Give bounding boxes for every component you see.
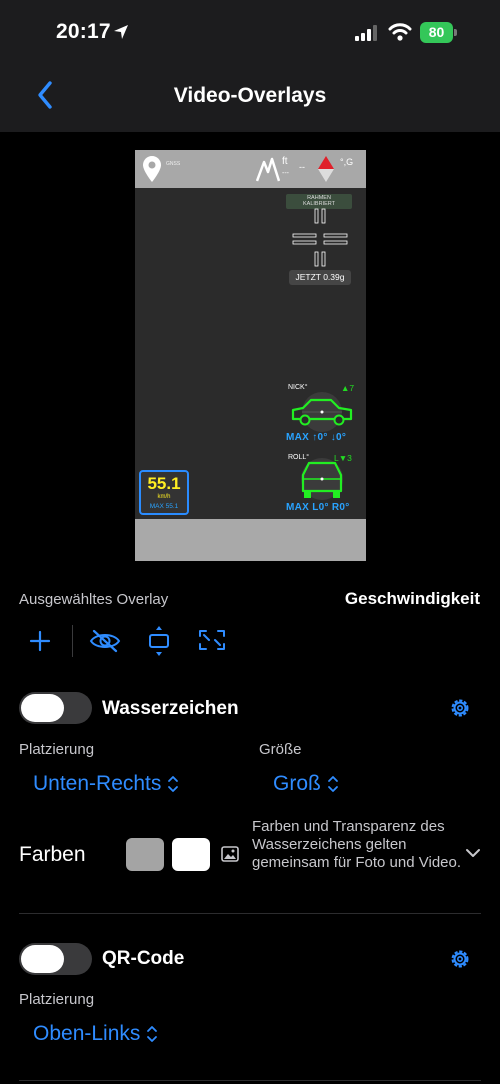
- cellular-signal-icon: [355, 25, 377, 41]
- page-title: Video-Overlays: [173, 84, 327, 107]
- speed-unit: km/h: [157, 494, 171, 500]
- speed-overlay[interactable]: 55.1 km/h MAX 55.1: [139, 470, 189, 515]
- gear-icon[interactable]: [448, 696, 472, 720]
- watermark-toggle-knob: [21, 694, 64, 722]
- watermark-size-value: Groß: [273, 772, 321, 795]
- chevron-up-down-icon: [168, 776, 179, 793]
- overlay-preview: GNSS ft --- -- °,G RAHMEN KALIBRIERT JET…: [135, 150, 366, 561]
- selected-overlay-value[interactable]: Geschwindigkeit: [345, 589, 480, 609]
- photo-icon[interactable]: [221, 846, 239, 862]
- map-pin-icon: [143, 156, 161, 182]
- qrcode-placement-value: Oben-Links: [33, 1022, 141, 1045]
- compass-icon: [318, 156, 334, 182]
- watermark-placement-value: Unten-Rechts: [33, 772, 162, 795]
- preview-bottom-bar: [135, 519, 366, 561]
- status-bar: 20:17 80: [0, 0, 500, 64]
- plus-icon[interactable]: [29, 630, 51, 652]
- altitude-value: ---: [282, 170, 289, 177]
- status-time: 20:17: [56, 20, 111, 43]
- car-side-icon: [291, 392, 353, 432]
- eye-slash-icon[interactable]: [89, 629, 121, 653]
- chevron-up-down-icon: [327, 776, 338, 793]
- section-divider: [19, 1080, 481, 1081]
- qrcode-toggle-knob: [21, 945, 64, 973]
- heading-value: --: [299, 162, 305, 172]
- color-swatch-gray[interactable]: [126, 838, 164, 871]
- watermark-size-picker[interactable]: Groß: [273, 772, 339, 796]
- roll-max: MAX L0° R0°: [286, 502, 350, 513]
- calibration-badge: RAHMEN KALIBRIERT: [286, 194, 352, 209]
- pitch-max: MAX ↑0° ↓0°: [286, 432, 347, 443]
- resize-vertical-icon[interactable]: [147, 625, 171, 657]
- colors-description: Farben und Transparenz des Wasserzeichen…: [252, 818, 462, 871]
- toolbar-divider: [72, 625, 73, 657]
- color-swatch-white[interactable]: [172, 838, 210, 871]
- qrcode-label: QR-Code: [102, 948, 185, 969]
- navigation-bar: Video-Overlays: [0, 64, 500, 132]
- g-label: °,G: [340, 157, 354, 167]
- watermark-placement-label: Platzierung: [19, 741, 95, 758]
- mountain-icon: [256, 157, 280, 182]
- gps-label: GNSS: [166, 161, 181, 167]
- qrcode-placement-picker[interactable]: Oben-Links: [33, 1022, 158, 1046]
- speed-value: 55.1: [147, 474, 181, 493]
- watermark-toggle[interactable]: [19, 692, 92, 724]
- qrcode-toggle[interactable]: [19, 943, 92, 975]
- watermark-label: Wasserzeichen: [102, 698, 239, 719]
- fullscreen-icon[interactable]: [198, 628, 226, 652]
- chevron-down-icon[interactable]: [465, 847, 481, 859]
- gforce-crosshair-icon: [292, 208, 348, 267]
- section-divider: [19, 913, 481, 914]
- altitude-unit: ft: [282, 156, 288, 167]
- selected-overlay-label: Ausgewähltes Overlay: [19, 591, 169, 608]
- wifi-icon: [388, 23, 412, 41]
- gforce-now-label: JETZT 0.39g: [289, 270, 351, 285]
- speed-max: MAX 55.1: [149, 503, 179, 510]
- car-front-icon: [301, 458, 343, 500]
- colors-label: Farben: [19, 843, 86, 866]
- location-arrow-icon: [114, 25, 128, 39]
- watermark-placement-picker[interactable]: Unten-Rechts: [33, 772, 179, 796]
- battery-indicator: 80: [420, 22, 453, 43]
- watermark-size-label: Größe: [259, 741, 302, 758]
- calibration-badge-line2: KALIBRIERT: [303, 201, 335, 207]
- battery-cap: [454, 29, 457, 36]
- qrcode-placement-label: Platzierung: [19, 991, 95, 1008]
- gear-icon[interactable]: [448, 947, 472, 971]
- chevron-up-down-icon: [147, 1026, 158, 1043]
